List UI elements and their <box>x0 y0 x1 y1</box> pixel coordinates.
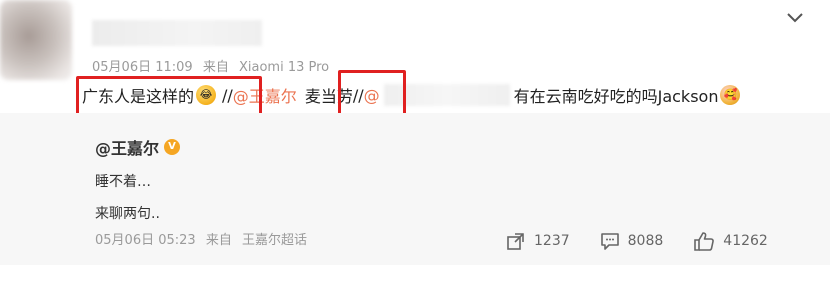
share-icon <box>507 233 524 250</box>
username-blurred[interactable] <box>92 20 262 46</box>
repost-button[interactable]: 1237 <box>506 231 570 251</box>
repost-date: 05月06日 05:23 <box>95 233 196 248</box>
chevron-down-icon[interactable] <box>784 10 806 26</box>
blush-emoji-icon: 🥰 <box>720 85 741 105</box>
repost-count: 1237 <box>534 233 570 249</box>
post-text-end: 有在云南吃好吃的吗Jackson <box>513 87 719 106</box>
repost-meta: 05月06日 05:23 来自 王嘉尔超话 <box>95 229 307 248</box>
mention-link[interactable]: @王嘉尔 <box>233 83 297 107</box>
repost-source[interactable]: 王嘉尔超话 <box>242 233 307 248</box>
mention-link-2[interactable]: @ <box>364 86 380 105</box>
thumbs-up-icon <box>694 232 715 251</box>
post-date: 05月06日 11:09 <box>92 60 193 75</box>
separator: // <box>222 85 233 105</box>
post-text: 广东人是这样的 😂 // @王嘉尔 麦当劳 // @ 有在云南吃好吃的吗Jack… <box>82 82 742 108</box>
comment-count: 8088 <box>627 233 664 249</box>
bottom-spacer <box>0 266 830 286</box>
comment-button[interactable]: 8088 <box>600 231 664 251</box>
post-text-mid: 麦当劳 <box>304 87 353 106</box>
separator-2: // <box>352 85 364 105</box>
blurred-username <box>383 84 510 106</box>
action-bar: 1237 8088 41262 <box>506 231 768 251</box>
verified-badge-icon: V <box>164 139 181 155</box>
repost-card[interactable]: @王嘉尔 V 睡不着… 来聊两句.. 05月06日 05:23 来自 王嘉尔超话… <box>0 113 830 265</box>
like-count: 41262 <box>723 233 768 249</box>
repost-text-line-1: 睡不着… <box>95 174 151 190</box>
avatar[interactable] <box>0 0 72 80</box>
like-button[interactable]: 41262 <box>693 231 768 251</box>
laugh-emoji-icon: 😂 <box>196 85 217 105</box>
repost-author[interactable]: @王嘉尔 V <box>95 135 181 159</box>
repost-source-prefix: 来自 <box>205 233 232 248</box>
post-text-start: 广东人是这样的 <box>82 87 195 106</box>
repost-text-line-2: 来聊两句.. <box>95 206 160 222</box>
post-source[interactable]: Xiaomi 13 Pro <box>239 60 329 75</box>
post-source-prefix: 来自 <box>202 60 229 75</box>
post-meta: 05月06日 11:09 来自 Xiaomi 13 Pro <box>92 56 329 75</box>
comment-icon <box>600 233 619 250</box>
